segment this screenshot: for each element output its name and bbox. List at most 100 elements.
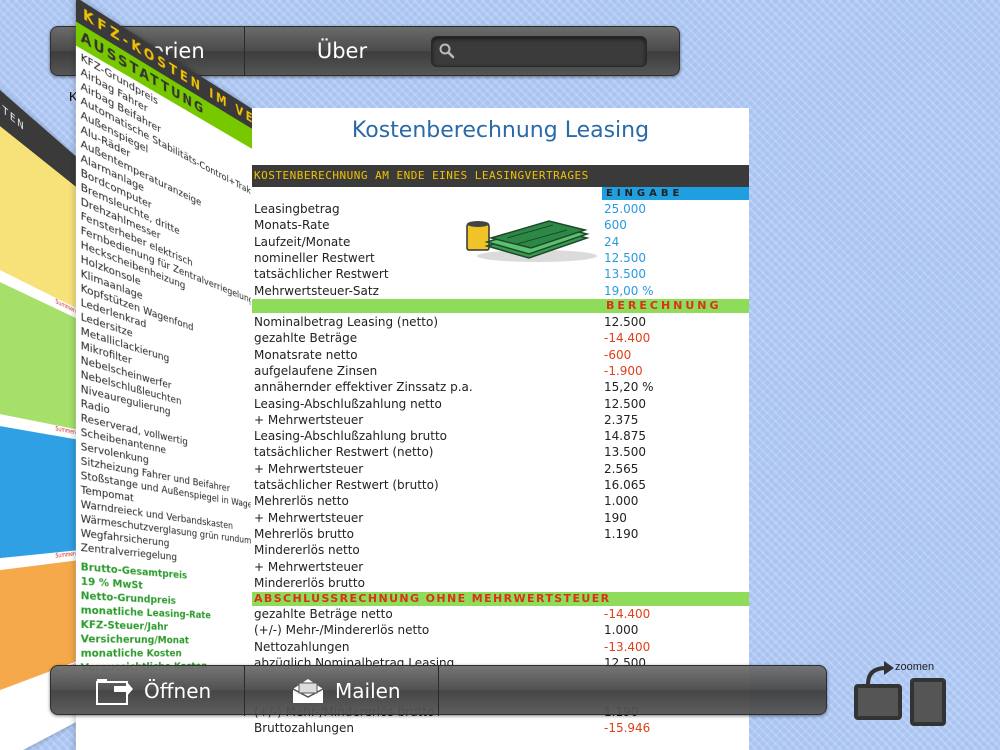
tab-about[interactable]: Über — [245, 27, 439, 75]
table-row: tatsächlicher Restwert (netto) 13.500 — [252, 444, 749, 460]
table-row: + Mehrwertsteuer 2.565 — [252, 461, 749, 477]
row-label: + Mehrwertsteuer — [254, 412, 364, 427]
search-input[interactable] — [460, 40, 640, 64]
row-label: Nominalbetrag Leasing (netto) — [254, 315, 438, 329]
section-berechnung: BERECHNUNG — [252, 299, 749, 313]
table-row: tatsächlicher Restwert 13.500 — [252, 266, 749, 282]
table-row: gezahlte Beträge -14.400 — [252, 330, 749, 346]
row-label: tatsächlicher Restwert (brutto) — [254, 478, 439, 492]
row-value: 600 — [604, 218, 627, 233]
zoom-button[interactable]: zoomen — [850, 658, 950, 728]
row-label: (+/-) Mehr-/Mindererlös netto — [254, 623, 430, 638]
table-row: Leasingbetrag 25.000 — [252, 201, 749, 217]
table-row: Nettozahlungen -13.400 — [252, 639, 749, 655]
row-label: tatsächlicher Restwert — [254, 267, 389, 282]
row-value: -1.900 — [604, 363, 643, 378]
row-label: Mehrerlös brutto — [254, 526, 354, 541]
table-row: + Mehrwertsteuer — [252, 559, 749, 575]
bottom-toolbar: Öffnen Mailen — [50, 665, 827, 716]
row-label: Mehrwertsteuer-Satz — [254, 283, 379, 298]
coverflow-page-far[interactable]: KOSTEN Summen Summen Summen Summen — [0, 65, 80, 750]
mail-envelope-icon — [292, 679, 324, 703]
search-icon — [439, 43, 455, 59]
row-value: 24 — [604, 234, 620, 249]
table-row: aufgelaufene Zinsen -1.900 — [252, 363, 749, 379]
row-label: Monatsrate netto — [254, 347, 358, 362]
document-header: KOSTENBERECHNUNG AM ENDE EINES LEASINGVE… — [252, 165, 749, 187]
row-label: gezahlte Beträge — [254, 331, 358, 346]
row-label: Leasing-Abschlußzahlung netto — [254, 396, 442, 411]
row-label: + Mehrwertsteuer — [254, 461, 364, 476]
row-label: Leasingbetrag — [254, 202, 340, 216]
row-label: + Mehrwertsteuer — [254, 559, 364, 574]
row-value: 19,00 % — [604, 283, 654, 298]
table-row: + Mehrwertsteuer 190 — [252, 510, 749, 526]
zoom-label: zoomen — [895, 661, 935, 673]
row-label: Mindererlös netto — [254, 543, 360, 558]
row-value: 14.875 — [604, 429, 646, 444]
row-label: + Mehrwertsteuer — [254, 510, 364, 525]
open-file-icon — [96, 679, 133, 705]
row-value: 1.190 — [604, 526, 639, 541]
table-row: Laufzeit/Monate 24 — [252, 234, 749, 250]
row-value: 12.500 — [604, 250, 646, 265]
table-row: Bruttozahlungen -15.946 — [252, 720, 749, 736]
document-title: Kostenberechnung Leasing — [351, 118, 650, 143]
section-abschluss: ABSCHLUSSRECHNUNG OHNE MEHRWERTSTEUER — [252, 592, 749, 606]
row-label: Mindererlös brutto — [254, 575, 365, 590]
table-row: Leasing-Abschlußzahlung netto 12.500 — [252, 396, 749, 412]
row-value: -13.400 — [604, 639, 651, 654]
row-label: annähernder effektiver Zinssatz p.a. — [254, 380, 473, 395]
row-label: aufgelaufene Zinsen — [254, 363, 378, 378]
row-value: 15,20 % — [604, 380, 654, 395]
table-row: Mehrerlös brutto 1.190 — [252, 526, 749, 542]
table-row: Monatsrate netto -600 — [252, 347, 749, 363]
row-value: -15.946 — [604, 721, 651, 736]
side-doc-footer: Brutto-Gesamtpreis 19 % MwSt Netto-Grundpr… — [76, 558, 254, 679]
row-label: tatsächlicher Restwert (netto) — [254, 445, 434, 460]
table-row: tatsächlicher Restwert (brutto) 16.065 — [252, 477, 749, 493]
mail-label: Mailen — [335, 679, 401, 703]
row-value: 2.375 — [604, 412, 639, 427]
document-page[interactable]: Kostenberechnung Leasing KOSTENBERECHNUN… — [252, 108, 749, 750]
row-label: Monats-Rate — [254, 218, 330, 233]
row-label: Laufzeit/Monate — [254, 234, 351, 249]
row-label: Mehrerlös netto — [254, 494, 349, 509]
table-row: Monats-Rate 600 — [252, 217, 749, 233]
table-row: (+/-) Mehr-/Mindererlös netto 1.000 — [252, 622, 749, 638]
table-row: gezahlte Beträge netto -14.400 — [252, 606, 749, 622]
row-value: 1.000 — [604, 494, 639, 509]
row-value: 13.500 — [604, 267, 646, 282]
open-button[interactable]: Öffnen — [51, 666, 245, 716]
table-row: Mindererlös brutto — [252, 575, 749, 591]
row-label: Nettozahlungen — [254, 639, 350, 654]
table-row: + Mehrwertsteuer 2.375 — [252, 412, 749, 428]
table-row: Mindererlös netto — [252, 542, 749, 558]
row-value: 16.065 — [604, 478, 646, 492]
coverflow-page-near[interactable]: KFZ-KOSTEN IM VERGLEICH AUSSTATTUNG KFZ-… — [75, 0, 255, 750]
row-value: 2.565 — [604, 461, 639, 476]
table-row: Leasing-Abschlußzahlung brutto 14.875 — [252, 428, 749, 444]
row-label: Leasing-Abschlußzahlung brutto — [254, 429, 448, 444]
far-band-blue — [0, 421, 80, 561]
row-label: Bruttozahlungen — [254, 721, 354, 736]
side-doc-footer-line: Versicherung/Monat — [80, 633, 189, 647]
table-row: Mehrwertsteuer-Satz 19,00 % — [252, 283, 749, 299]
table-row: annähernder effektiver Zinssatz p.a. 15,2… — [252, 379, 749, 395]
mail-button[interactable]: Mailen — [245, 666, 439, 716]
open-label: Öffnen — [144, 679, 212, 703]
row-value: -14.400 — [604, 331, 651, 346]
search-field[interactable] — [431, 36, 647, 67]
section-eingabe: EINGABE — [602, 187, 749, 200]
table-row: Nominalbetrag Leasing (netto) 12.500 — [252, 314, 749, 330]
row-value: -14.400 — [604, 607, 651, 621]
row-value: 1.000 — [604, 623, 639, 638]
row-value: 13.500 — [604, 445, 646, 460]
row-label: gezahlte Beträge netto — [254, 607, 393, 621]
table-row: nomineller Restwert 12.500 — [252, 250, 749, 266]
row-value: 190 — [604, 510, 627, 525]
row-value: 12.500 — [604, 315, 646, 329]
row-value: 12.500 — [604, 396, 646, 411]
table-row: Mehrerlös netto 1.000 — [252, 493, 749, 509]
row-label: nomineller Restwert — [254, 250, 375, 265]
